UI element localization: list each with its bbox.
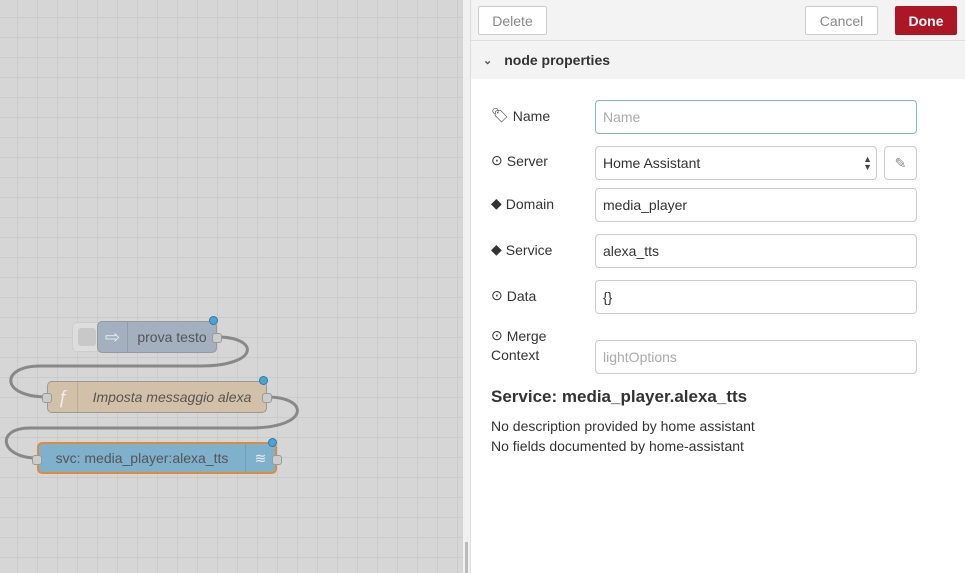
changed-indicator [268, 438, 277, 447]
server-label: ⊙ Server [491, 152, 548, 169]
dot-circle-icon: ⊙ [491, 287, 503, 303]
data-input[interactable]: {} [595, 280, 917, 314]
service-label: ◆ Service [491, 241, 553, 258]
data-label: ⊙ Data [491, 287, 537, 304]
pencil-icon: ✎ [894, 154, 907, 171]
node-function[interactable]: ƒ Imposta messaggio alexa [42, 376, 272, 413]
merge-label: ⊙ Merge [491, 327, 547, 344]
dot-circle-icon: ⊙ [491, 327, 503, 343]
wires [4, 335, 299, 460]
select-arrows-icon: ▲ ▼ [863, 154, 872, 172]
router-icon: ≋ [245, 444, 275, 472]
service-description: No description provided by home assistan… [491, 418, 755, 434]
server-select[interactable]: Home Assistant ▲ ▼ [595, 146, 877, 180]
input-port[interactable] [32, 455, 42, 465]
dot-circle-icon: ⊙ [491, 152, 503, 168]
changed-indicator [209, 316, 218, 325]
name-input[interactable]: Name [595, 100, 917, 134]
chevron-down-icon: ⌄ [483, 54, 493, 67]
cancel-button[interactable]: Cancel [805, 6, 878, 35]
context-label: Context [491, 347, 540, 363]
panel-splitter[interactable] [463, 0, 471, 573]
input-port[interactable] [42, 393, 52, 403]
output-port[interactable] [262, 393, 272, 403]
done-button[interactable]: Done [895, 6, 957, 35]
domain-input[interactable]: media_player [595, 188, 917, 222]
edit-tray: Delete Cancel Done ⌄ node properties 🏷︎ Na… [471, 0, 965, 573]
tag-icon: 🏷︎ [491, 107, 509, 123]
domain-label: ◆ Domain [491, 195, 555, 212]
scrollbar[interactable] [465, 542, 468, 573]
arrow-icon: ⇨ [98, 322, 128, 352]
output-port[interactable] [272, 455, 282, 465]
changed-indicator [259, 376, 268, 385]
flow-canvas[interactable]: ⇨ prova testo ƒ Imposta messaggio alexa sv… [0, 0, 463, 573]
function-icon: ƒ [48, 382, 78, 412]
tray-toolbar: Delete Cancel Done [471, 0, 965, 41]
cube-icon: ◆ [491, 195, 502, 211]
cube-icon: ◆ [491, 241, 502, 257]
name-label: 🏷︎ Name [491, 107, 551, 124]
output-port[interactable] [212, 333, 222, 343]
service-fields: No fields documented by home-assistant [491, 438, 744, 454]
node-call-service[interactable]: svc: media_player:alexa_tts ≋ [32, 438, 282, 474]
service-title: Service: media_player.alexa_tts [491, 387, 748, 406]
edit-server-button[interactable]: ✎ [884, 146, 917, 180]
service-input[interactable]: alexa_tts [595, 234, 917, 268]
delete-button[interactable]: Delete [478, 6, 547, 35]
node-inject[interactable]: ⇨ prova testo [97, 316, 222, 353]
section-header[interactable]: ⌄ node properties [471, 41, 965, 79]
merge-context-input[interactable]: lightOptions [595, 340, 917, 374]
